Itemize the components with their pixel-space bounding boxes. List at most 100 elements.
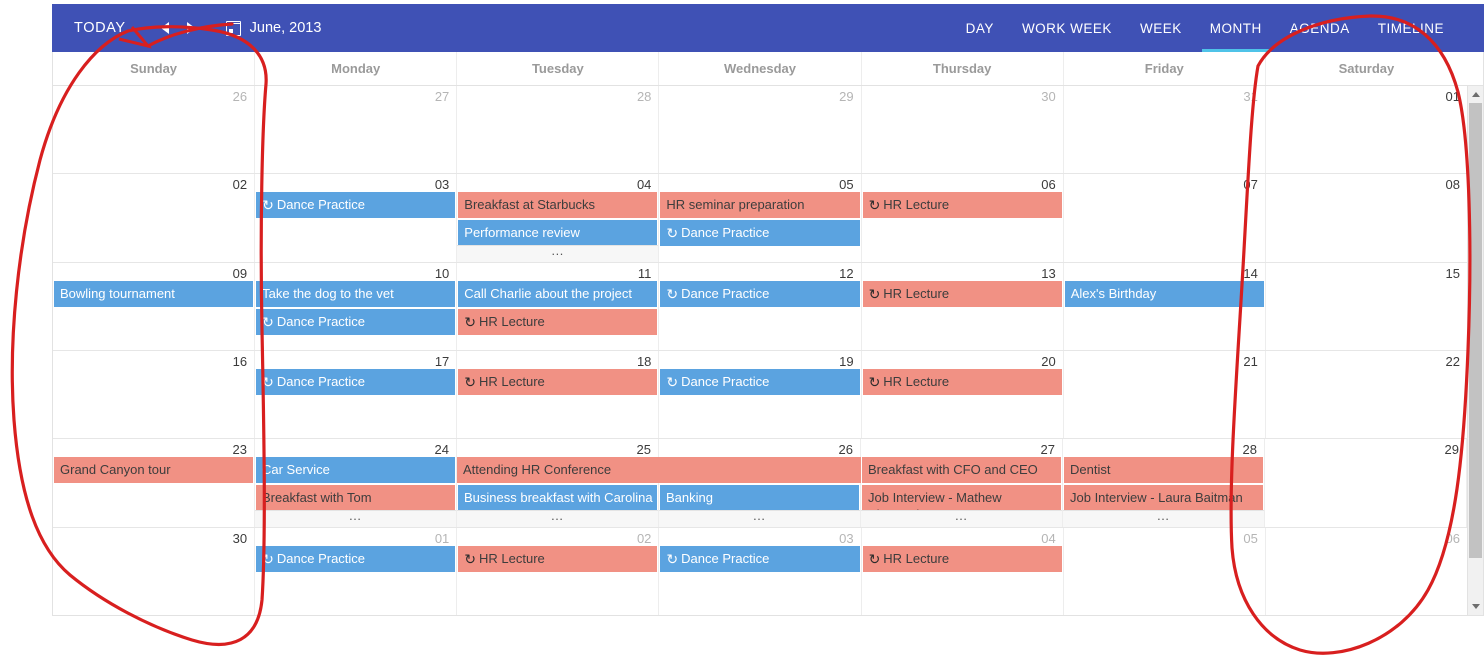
tab-work-week[interactable]: WORK WEEK — [1008, 4, 1126, 52]
calendar-event[interactable]: ↻ HR Lecture — [862, 280, 1062, 307]
day-cell[interactable]: 21 — [1064, 350, 1266, 439]
day-cell[interactable]: 02 ↻ HR Lecture — [457, 527, 660, 615]
day-cell[interactable]: 13 ↻ HR Lecture — [862, 262, 1064, 350]
day-cell[interactable]: 05 — [1064, 527, 1266, 615]
day-cell[interactable]: 03 ↻ Dance Practice — [659, 527, 862, 615]
day-cell[interactable]: 30 — [862, 86, 1064, 174]
day-cell[interactable]: 22 — [1266, 351, 1467, 438]
calendar-event[interactable]: Call Charlie about the project — [458, 280, 658, 307]
day-cell[interactable]: 16 — [53, 350, 256, 439]
day-events: HR seminar preparation ↻ Dance Practice — [659, 192, 860, 261]
scrollbar-track[interactable] — [1468, 103, 1483, 598]
calendar-event[interactable]: Bowling tournament — [54, 280, 254, 307]
date-picker-button[interactable]: June, 2013 — [225, 20, 321, 36]
calendar-event[interactable]: ↻ Dance Practice — [256, 368, 456, 395]
calendar-event-multiday[interactable]: Attending HR Conference — [457, 457, 861, 484]
calendar-event[interactable]: ↻ HR Lecture — [458, 308, 658, 335]
day-cell[interactable]: 17 ↻ Dance Practice — [255, 350, 458, 439]
more-events-indicator[interactable]: … — [1063, 509, 1264, 527]
next-button[interactable] — [178, 15, 204, 41]
scrollbar-thumb[interactable] — [1469, 103, 1482, 559]
day-cell[interactable]: 14 Alex's Birthday — [1064, 262, 1266, 350]
day-cell[interactable]: 26 — [53, 86, 256, 174]
day-cell[interactable]: 28 Dentist Job Interview - Laura Baitman… — [1063, 439, 1265, 527]
tab-week[interactable]: WEEK — [1126, 4, 1196, 52]
calendar-event[interactable]: ↻ HR Lecture — [458, 545, 658, 572]
day-cell[interactable]: 28 — [457, 86, 660, 174]
day-cell[interactable]: 01 — [1266, 86, 1467, 173]
day-events — [457, 104, 658, 173]
day-cell[interactable]: 01 ↻ Dance Practice — [255, 527, 458, 615]
day-cell[interactable]: 05 HR seminar preparation ↻ Dance Practice — [659, 174, 862, 262]
day-cell[interactable]: 29 — [659, 86, 862, 174]
day-cell[interactable]: 03 ↻ Dance Practice — [255, 174, 458, 262]
scroll-up-button[interactable] — [1468, 86, 1483, 103]
day-cell[interactable]: 12 ↻ Dance Practice — [659, 262, 862, 350]
scroll-down-button[interactable] — [1468, 598, 1483, 615]
calendar-event[interactable]: Breakfast at Starbucks — [458, 192, 658, 219]
day-cell[interactable]: 19 ↻ Dance Practice — [659, 350, 862, 439]
calendar-event[interactable]: HR seminar preparation — [660, 192, 860, 219]
day-cell[interactable]: 18 ↻ HR Lecture — [457, 350, 660, 439]
day-events: Grand Canyon tour — [53, 457, 254, 526]
more-events-indicator[interactable]: … — [861, 509, 1062, 527]
vertical-scrollbar[interactable] — [1467, 86, 1483, 615]
day-cell[interactable]: 24 Car Service Breakfast with Tom… — [255, 439, 457, 527]
calendar-event[interactable]: ↻ Dance Practice — [256, 545, 456, 572]
calendar-event[interactable]: Take the dog to the vet — [256, 280, 456, 307]
calendar-event[interactable]: ↻ Dance Practice — [256, 308, 456, 335]
calendar-event[interactable]: ↻ HR Lecture — [862, 368, 1062, 395]
more-events-indicator[interactable]: … — [457, 509, 658, 527]
day-cell[interactable]: 08 — [1266, 174, 1467, 261]
day-cell[interactable]: 30 — [53, 527, 256, 615]
day-cell[interactable]: 27 Breakfast with CFO and CEO Job Intervie… — [861, 439, 1063, 527]
calendar-event[interactable]: Breakfast with CFO and CEO — [862, 457, 1061, 484]
event-title: Dance Practice — [276, 313, 366, 329]
calendar-event[interactable]: Grand Canyon tour — [54, 457, 253, 484]
recurrence-icon: ↻ — [666, 285, 679, 302]
day-cell[interactable]: 04 ↻ HR Lecture — [862, 527, 1064, 615]
day-cell[interactable]: 29 — [1265, 439, 1467, 527]
day-events: ↻ HR Lecture — [862, 368, 1063, 438]
day-cell[interactable]: 09 Bowling tournament — [53, 262, 256, 350]
calendar-event[interactable]: ↻ Dance Practice — [660, 220, 860, 247]
day-cell[interactable]: 31 — [1064, 86, 1266, 174]
day-cell[interactable]: 27 — [255, 86, 458, 174]
day-number: 17 — [434, 353, 450, 369]
calendar-event[interactable]: ↻ Dance Practice — [660, 368, 860, 395]
day-cell[interactable]: 23 Grand Canyon tour — [53, 439, 255, 527]
day-cell[interactable]: 04 Breakfast at Starbucks Performance revi… — [457, 174, 660, 262]
previous-button[interactable] — [152, 15, 178, 41]
day-cell[interactable]: 20 ↻ HR Lecture — [862, 350, 1064, 439]
calendar-event[interactable]: Car Service — [256, 457, 455, 484]
calendar-event[interactable]: ↻ Dance Practice — [660, 545, 860, 572]
day-cell[interactable]: 11 Call Charlie about the project ↻ HR Lect… — [457, 262, 660, 350]
day-events: ↻ HR Lecture — [862, 192, 1063, 261]
calendar-event[interactable]: ↻ HR Lecture — [862, 192, 1062, 219]
event-title: Breakfast with Tom — [262, 490, 372, 506]
day-number: 27 — [434, 89, 450, 104]
day-cell[interactable]: 02 — [53, 174, 256, 262]
tab-month[interactable]: MONTH — [1196, 4, 1276, 52]
calendar-container: Sunday Monday Tuesday Wednesday Thursday… — [52, 52, 1484, 616]
today-button[interactable]: TODAY — [70, 16, 130, 40]
calendar-event[interactable]: ↻ Dance Practice — [660, 280, 860, 307]
tab-agenda[interactable]: AGENDA — [1276, 4, 1364, 52]
day-cell[interactable]: 06 ↻ HR Lecture — [862, 174, 1064, 262]
more-events-indicator[interactable]: … — [457, 244, 659, 262]
day-events — [659, 104, 860, 173]
calendar-event[interactable]: ↻ HR Lecture — [458, 368, 658, 395]
calendar-event[interactable]: ↻ HR Lecture — [862, 545, 1062, 572]
more-events-indicator[interactable]: … — [255, 509, 456, 527]
day-cell[interactable]: 06 — [1266, 528, 1467, 615]
tab-day[interactable]: DAY — [952, 4, 1008, 52]
tab-timeline[interactable]: TIMELINE — [1364, 4, 1458, 52]
day-cell[interactable]: 07 — [1064, 174, 1266, 262]
day-number: 28 — [636, 89, 652, 104]
day-cell[interactable]: 15 — [1266, 263, 1467, 350]
day-cell[interactable]: 10 Take the dog to the vet ↻ Dance Practice — [255, 262, 458, 350]
calendar-event[interactable]: Alex's Birthday — [1064, 280, 1264, 307]
calendar-event[interactable]: Dentist — [1064, 457, 1263, 484]
more-events-indicator[interactable]: … — [659, 509, 860, 527]
calendar-event[interactable]: ↻ Dance Practice — [256, 192, 456, 219]
